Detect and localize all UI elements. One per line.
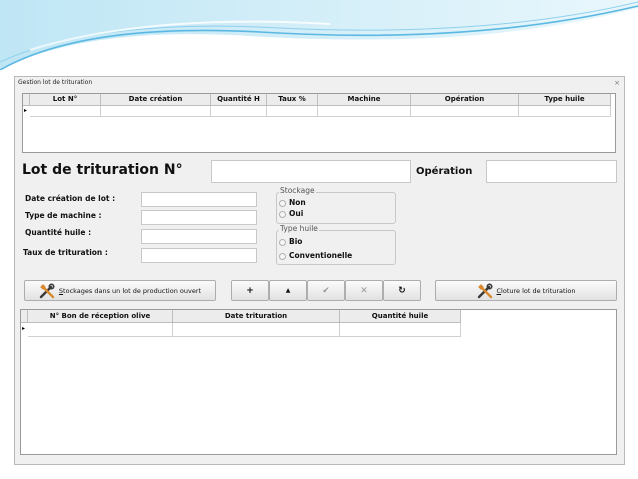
radio-stockage-oui[interactable]: Oui: [279, 209, 303, 218]
row-indicator: ▸: [22, 325, 26, 332]
lots-column-header[interactable]: Machine: [318, 94, 411, 106]
lots-column-header[interactable]: Taux %: [267, 94, 318, 106]
lots-grid-corner: [23, 94, 30, 106]
machine-type-field[interactable]: [141, 210, 257, 225]
tools-icon: [39, 282, 55, 298]
operation-field[interactable]: [486, 160, 617, 183]
radio-stockage-non[interactable]: Non: [279, 198, 306, 207]
lots-column-header[interactable]: Opération: [411, 94, 519, 106]
refresh-button[interactable]: ↻: [383, 280, 421, 301]
date-creation-field[interactable]: [141, 192, 257, 207]
cloture-text: loture lot de trituration: [501, 286, 576, 295]
table-cell[interactable]: [519, 106, 611, 117]
cloture-button[interactable]: Cloture lot de trituration: [435, 280, 617, 301]
operation-label: Opération: [416, 166, 473, 177]
date-creation-label: Date création de lot :: [25, 194, 116, 203]
taux-trituration-label: Taux de trituration :: [23, 248, 108, 257]
radio-icon: [279, 210, 286, 218]
machine-type-label: Type de machine :: [25, 211, 102, 220]
cancel-button[interactable]: ✕: [345, 280, 383, 301]
add-button[interactable]: +: [231, 280, 269, 301]
stockages-label: Stockages dans un lot de production ouve…: [59, 287, 201, 295]
reception-column-header[interactable]: Quantité huile: [340, 310, 461, 323]
table-cell[interactable]: [340, 323, 461, 337]
radio-icon: [279, 199, 286, 207]
radio-icon: [279, 252, 286, 260]
table-cell[interactable]: [101, 106, 211, 117]
stockage-group: [276, 192, 396, 224]
tools-icon: [477, 282, 493, 298]
reception-column-header[interactable]: N° Bon de réception olive: [28, 310, 173, 323]
page-title: Lot de trituration N°: [22, 162, 183, 178]
lots-column-header[interactable]: Lot N°: [30, 94, 101, 106]
up-button[interactable]: ▲: [269, 280, 307, 301]
lots-column-header[interactable]: Date création: [101, 94, 211, 106]
lots-column-header[interactable]: Quantité H: [211, 94, 267, 106]
decorative-banner: [0, 0, 638, 70]
table-cell[interactable]: [28, 323, 173, 337]
table-cell[interactable]: [318, 106, 411, 117]
table-cell[interactable]: [411, 106, 519, 117]
radio-label: Bio: [289, 237, 303, 246]
radio-type-bio[interactable]: Bio: [279, 237, 302, 246]
close-icon[interactable]: ×: [614, 77, 620, 89]
radio-label: Oui: [289, 209, 304, 218]
radio-icon: [279, 238, 286, 246]
taux-trituration-field[interactable]: [141, 248, 257, 263]
window-title: Gestion lot de trituration: [15, 77, 624, 89]
quantite-huile-label: Quantité huile :: [25, 228, 92, 237]
reception-grid[interactable]: N° Bon de réception olive Date triturati…: [20, 309, 617, 455]
row-indicator: ▸: [24, 107, 28, 114]
lots-column-header[interactable]: Type huile: [519, 94, 611, 106]
table-cell[interactable]: [30, 106, 101, 117]
lot-number-field[interactable]: [211, 160, 411, 183]
validate-button[interactable]: ✔: [307, 280, 345, 301]
stockages-button[interactable]: Stockages dans un lot de production ouve…: [24, 280, 216, 301]
radio-label: Conventionelle: [289, 251, 353, 260]
reception-column-header[interactable]: Date trituration: [173, 310, 340, 323]
radio-label: Non: [289, 198, 306, 207]
radio-type-conventionelle[interactable]: Conventionelle: [279, 251, 352, 260]
lots-grid[interactable]: Lot N° Date création Quantité H Taux % M…: [22, 93, 616, 153]
type-huile-group-title: Type huile: [279, 224, 319, 233]
reception-grid-corner: [21, 310, 28, 323]
table-cell[interactable]: [267, 106, 318, 117]
quantite-huile-field[interactable]: [141, 229, 257, 244]
table-cell[interactable]: [211, 106, 267, 117]
stockages-text: tockages dans un lot de production ouver…: [63, 286, 202, 295]
main-window: Gestion lot de trituration × Lot N° Date…: [14, 76, 625, 465]
table-cell[interactable]: [173, 323, 340, 337]
stockage-group-title: Stockage: [279, 186, 316, 195]
cloture-label: Cloture lot de trituration: [497, 287, 576, 295]
